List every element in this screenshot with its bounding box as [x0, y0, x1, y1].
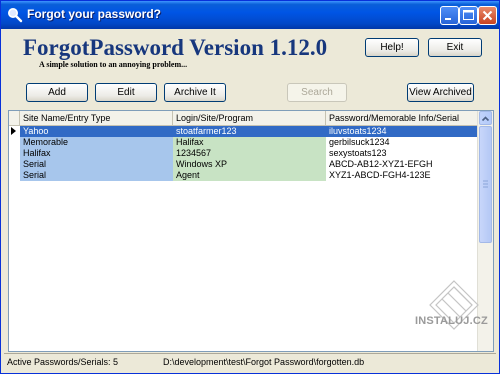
- minimize-icon: [445, 18, 451, 20]
- cell-site[interactable]: Halifax: [20, 148, 173, 159]
- status-bar: Active Passwords/Serials: 5 D:\developme…: [4, 353, 496, 372]
- grip-icon: [483, 180, 488, 188]
- cell-login[interactable]: Agent: [173, 170, 326, 181]
- cell-password[interactable]: iluvstoats1234: [326, 126, 478, 137]
- add-button[interactable]: Add: [26, 83, 88, 102]
- cell-password[interactable]: XYZ1-ABCD-FGH4-123E: [326, 170, 478, 181]
- exit-button[interactable]: Exit: [428, 38, 482, 57]
- table-row[interactable]: Memorable Halifax gerbilsuck1234: [9, 137, 478, 148]
- table-row[interactable]: Yahoo stoatfarmer123 iluvstoats1234: [9, 126, 478, 137]
- cell-login[interactable]: Windows XP: [173, 159, 326, 170]
- view-archived-button[interactable]: View Archived: [407, 83, 474, 102]
- edit-button[interactable]: Edit: [95, 83, 157, 102]
- cell-password[interactable]: sexystoats123: [326, 148, 478, 159]
- app-title: ForgotPassword Version 1.12.0: [23, 35, 328, 60]
- cell-site[interactable]: Memorable: [20, 137, 173, 148]
- table-row[interactable]: Serial Agent XYZ1-ABCD-FGH4-123E: [9, 170, 478, 181]
- table-row[interactable]: Serial Windows XP ABCD-AB12-XYZ1-EFGH: [9, 159, 478, 170]
- watermark-text: INSTALUJ.CZ: [415, 315, 488, 327]
- search-button[interactable]: Search: [287, 83, 347, 102]
- scroll-thumb[interactable]: [479, 126, 492, 243]
- cell-password[interactable]: ABCD-AB12-XYZ1-EFGH: [326, 159, 478, 170]
- column-header-login[interactable]: Login/Site/Program: [173, 111, 326, 126]
- column-header-password[interactable]: Password/Memorable Info/Serial: [326, 111, 478, 126]
- status-count: Active Passwords/Serials: 5: [7, 357, 119, 367]
- cell-site[interactable]: Serial: [20, 170, 173, 181]
- cell-login[interactable]: stoatfarmer123: [173, 126, 326, 137]
- cell-site[interactable]: Serial: [20, 159, 173, 170]
- table-row[interactable]: Halifax 1234567 sexystoats123: [9, 148, 478, 159]
- cell-password[interactable]: gerbilsuck1234: [326, 137, 478, 148]
- grid-corner: [9, 111, 20, 126]
- cell-login[interactable]: Halifax: [173, 137, 326, 148]
- title-bar[interactable]: Forgot your password?: [1, 1, 499, 29]
- column-header-site[interactable]: Site Name/Entry Type: [20, 111, 173, 126]
- watermark-logo-icon: [429, 280, 479, 330]
- window-title: Forgot your password?: [27, 7, 162, 21]
- archive-button[interactable]: Archive It: [164, 83, 226, 102]
- minimize-button[interactable]: [440, 6, 459, 25]
- current-row-icon: [11, 127, 16, 135]
- app-subtitle: A simple solution to an annoying problem…: [39, 60, 188, 69]
- close-icon: [482, 10, 493, 21]
- scroll-up-button[interactable]: [479, 111, 492, 125]
- cell-login[interactable]: 1234567: [173, 148, 326, 159]
- status-db-path: D:\development\test\Forgot Password\forg…: [163, 357, 365, 367]
- chevron-up-icon: [481, 116, 490, 122]
- help-button[interactable]: Help!: [365, 38, 419, 57]
- maximize-icon: [463, 10, 474, 20]
- app-window: Forgot your password? ForgotPassword Ver…: [0, 0, 500, 374]
- cell-site[interactable]: Yahoo: [20, 126, 173, 137]
- magnifier-icon: [7, 7, 23, 23]
- close-button[interactable]: [478, 6, 497, 25]
- maximize-button[interactable]: [459, 6, 478, 25]
